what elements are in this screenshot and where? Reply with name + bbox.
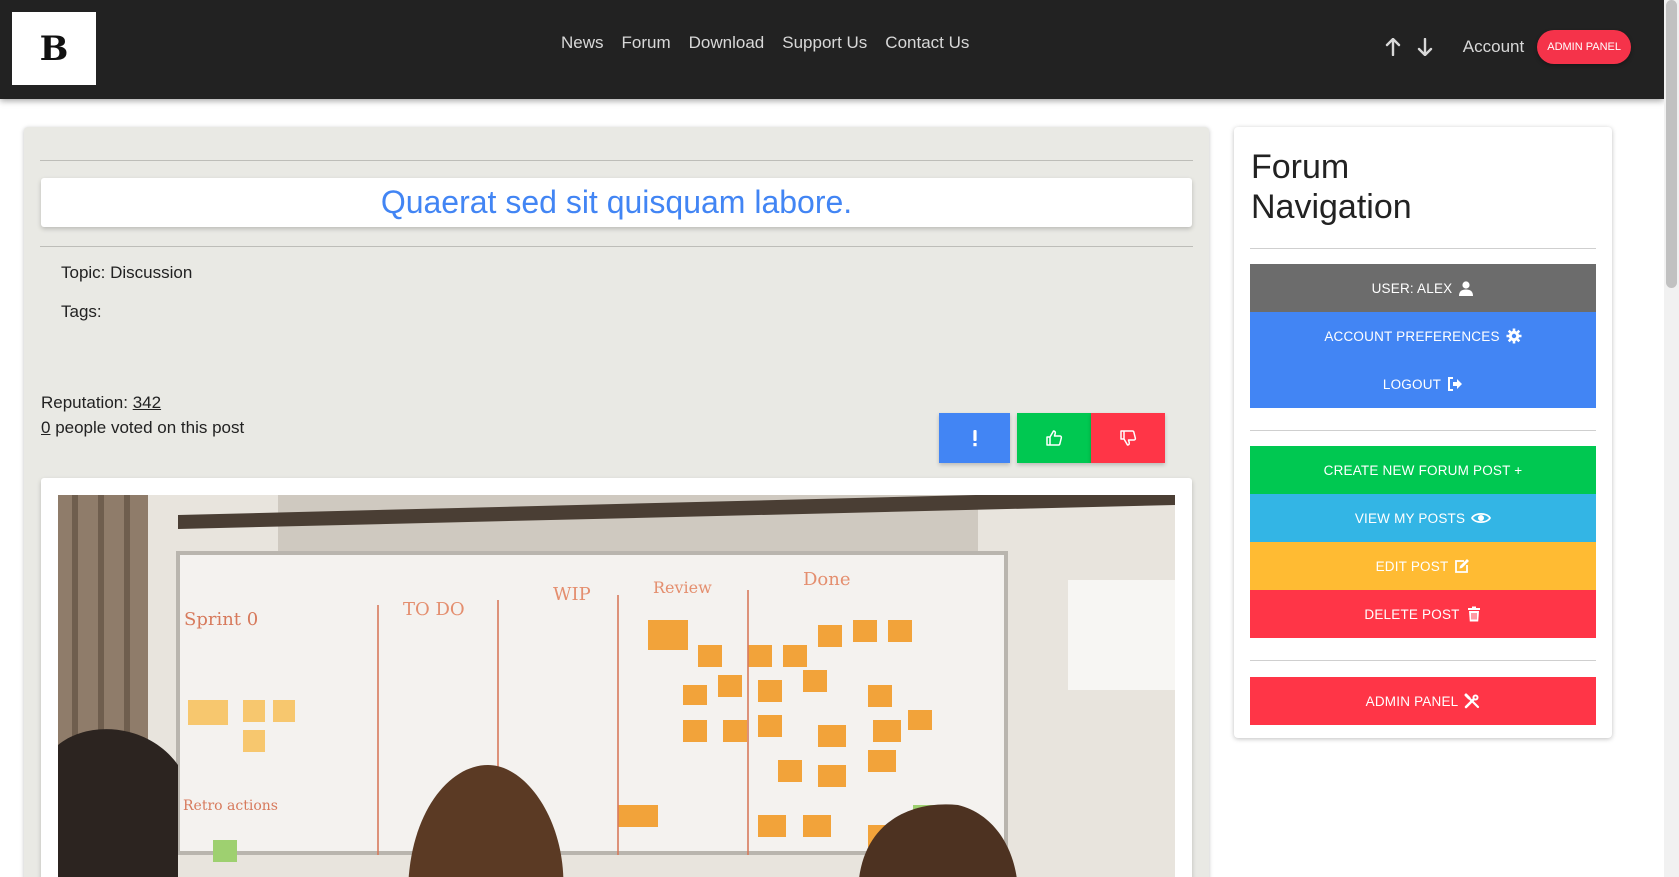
svg-text:Sprint 0: Sprint 0 bbox=[184, 609, 258, 630]
divider bbox=[1250, 248, 1596, 249]
post-topic: Topic: Discussion bbox=[61, 263, 193, 282]
post-title: Quaerat sed sit quisquam labore. bbox=[380, 184, 853, 220]
create-post-label: CREATE NEW FORUM POST + bbox=[1323, 462, 1523, 478]
edit-icon bbox=[1455, 559, 1470, 573]
svg-text:Retro actions: Retro actions bbox=[183, 798, 278, 814]
scroll-down-button[interactable] bbox=[1409, 33, 1441, 61]
logout-button[interactable]: LOGOUT bbox=[1250, 360, 1596, 408]
divider bbox=[40, 160, 1193, 161]
up-arrow-icon bbox=[1385, 38, 1400, 56]
post-card: Quaerat sed sit quisquam labore. Topic: … bbox=[24, 127, 1209, 877]
downvote-button[interactable] bbox=[1091, 413, 1165, 463]
view-posts-label: VIEW MY POSTS bbox=[1354, 510, 1466, 526]
reputation-label: Reputation: bbox=[41, 393, 133, 412]
gear-icon bbox=[1506, 328, 1522, 344]
account-preferences-button[interactable]: ACCOUNT PREFERENCES bbox=[1250, 312, 1596, 360]
account-preferences-label: ACCOUNT PREFERENCES bbox=[1324, 328, 1500, 344]
svg-text:Review: Review bbox=[653, 578, 712, 597]
scroll-up-button[interactable] bbox=[1377, 33, 1409, 61]
trash-icon bbox=[1467, 606, 1480, 622]
edit-post-button[interactable]: EDIT POST bbox=[1250, 542, 1596, 590]
page-scrollbar[interactable] bbox=[1664, 0, 1679, 877]
admin-panel-pill-button[interactable]: ADMIN PANEL bbox=[1537, 30, 1631, 64]
delete-post-label: DELETE POST bbox=[1364, 606, 1460, 622]
nav-link-support-us[interactable]: Support Us bbox=[773, 33, 876, 53]
down-arrow-icon bbox=[1417, 38, 1432, 56]
site-logo[interactable]: B bbox=[12, 12, 96, 85]
admin-panel-button[interactable]: ADMIN PANEL bbox=[1250, 677, 1596, 725]
nav-right-group: Account ADMIN PANEL bbox=[1377, 30, 1631, 64]
votes-suffix: people voted on this post bbox=[50, 418, 245, 437]
nav-link-download[interactable]: Download bbox=[680, 33, 774, 53]
view-my-posts-button[interactable]: VIEW MY POSTS bbox=[1250, 494, 1596, 542]
eye-icon bbox=[1471, 512, 1492, 524]
post-image-card: Sprint 0 TO DO WIP Review Done Retro act… bbox=[41, 478, 1192, 877]
sidebar-title: Forum Navigation bbox=[1251, 148, 1412, 226]
user-button-label: USER: ALEX bbox=[1371, 280, 1453, 296]
thumbs-up-icon bbox=[1046, 430, 1063, 446]
vote-buttons bbox=[939, 413, 1165, 463]
forum-navigation-sidebar: Forum Navigation USER: ALEX ACCOUNT PREF… bbox=[1234, 127, 1612, 738]
thumbs-down-icon bbox=[1120, 430, 1137, 446]
scrollbar-thumb[interactable] bbox=[1666, 0, 1677, 288]
divider bbox=[40, 246, 1193, 247]
user-icon bbox=[1459, 281, 1474, 296]
exclamation-icon bbox=[972, 430, 977, 447]
upvote-button[interactable] bbox=[1017, 413, 1091, 463]
edit-post-label: EDIT POST bbox=[1375, 558, 1449, 574]
user-button[interactable]: USER: ALEX bbox=[1250, 264, 1596, 312]
nav-link-news[interactable]: News bbox=[552, 33, 613, 53]
create-new-forum-post-button[interactable]: CREATE NEW FORUM POST + bbox=[1250, 446, 1596, 494]
delete-post-button[interactable]: DELETE POST bbox=[1250, 590, 1596, 638]
vote-gap bbox=[1010, 413, 1017, 463]
svg-text:TO DO: TO DO bbox=[403, 599, 465, 620]
reputation-line: Reputation: 342 bbox=[41, 390, 244, 415]
post-photo-illustration: Sprint 0 TO DO WIP Review Done Retro act… bbox=[58, 495, 1175, 877]
post-title-box: Quaerat sed sit quisquam labore. bbox=[41, 178, 1192, 227]
divider bbox=[1250, 430, 1596, 431]
report-button[interactable] bbox=[939, 413, 1010, 463]
main-nav: News Forum Download Support Us Contact U… bbox=[552, 33, 978, 53]
sign-out-icon bbox=[1448, 377, 1463, 391]
top-navbar: B News Forum Download Support Us Contact… bbox=[0, 0, 1664, 99]
nav-link-contact-us[interactable]: Contact Us bbox=[876, 33, 978, 53]
nav-link-forum[interactable]: Forum bbox=[613, 33, 680, 53]
post-image: Sprint 0 TO DO WIP Review Done Retro act… bbox=[58, 495, 1175, 877]
account-link[interactable]: Account bbox=[1463, 37, 1524, 57]
admin-panel-label: ADMIN PANEL bbox=[1365, 693, 1459, 709]
post-tags: Tags: bbox=[61, 302, 102, 321]
tools-icon bbox=[1464, 693, 1480, 709]
logout-label: LOGOUT bbox=[1382, 376, 1442, 392]
svg-text:WIP: WIP bbox=[553, 584, 591, 605]
svg-text:Done: Done bbox=[803, 569, 851, 590]
divider bbox=[1250, 660, 1596, 661]
votes-line: 0 people voted on this post bbox=[41, 415, 244, 440]
logo-letter: B bbox=[39, 28, 69, 69]
reputation-block: Reputation: 342 0 people voted on this p… bbox=[41, 390, 244, 440]
reputation-value-link[interactable]: 342 bbox=[133, 393, 161, 412]
